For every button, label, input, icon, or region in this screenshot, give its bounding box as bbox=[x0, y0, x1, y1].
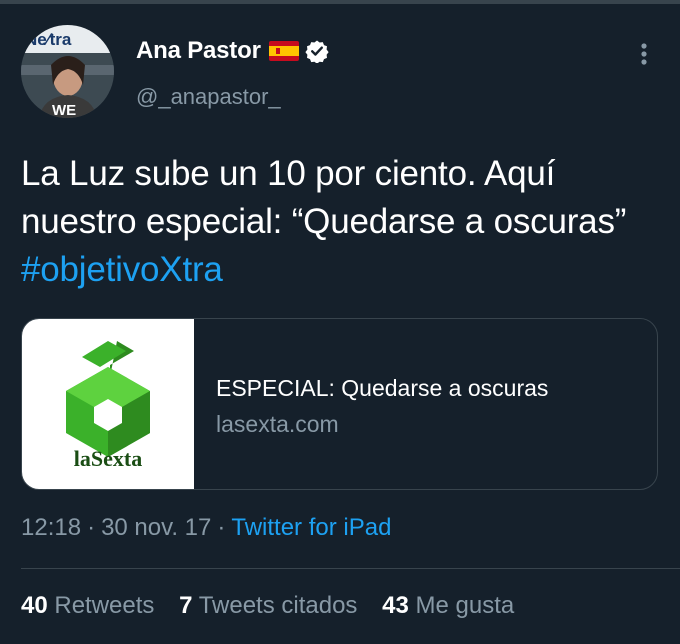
author-name[interactable]: Ana Pastor bbox=[136, 37, 261, 65]
tweet-text: La Luz sube un 10 por ciento. Aquí nuest… bbox=[21, 150, 651, 294]
likes-label: Me gusta bbox=[415, 592, 515, 619]
tweet-meta: 12:18 · 30 nov. 17 · Twitter for iPad bbox=[21, 514, 391, 542]
svg-text:laSexta: laSexta bbox=[74, 446, 142, 471]
tweet-source-link[interactable]: Twitter for iPad bbox=[231, 514, 391, 541]
card-title[interactable]: ESPECIAL: Quedarse a oscuras bbox=[216, 375, 548, 402]
quotes-stat[interactable]: 7 Tweets citados bbox=[179, 592, 357, 619]
card-domain: lasexta.com bbox=[216, 411, 339, 437]
quotes-label: Tweets citados bbox=[198, 592, 358, 619]
tweet-date[interactable]: 30 nov. 17 bbox=[101, 514, 211, 541]
svg-text:Ne∕tra: Ne∕tra bbox=[25, 30, 72, 49]
tweet-stats: 40 Retweets 7 Tweets citados 43 Me gusta bbox=[21, 592, 532, 620]
avatar-image: Ne∕tra WE bbox=[21, 25, 114, 118]
avatar[interactable]: Ne∕tra WE bbox=[21, 25, 114, 118]
likes-stat[interactable]: 43 Me gusta bbox=[382, 592, 514, 619]
lasexta-logo-icon: laSexta bbox=[66, 341, 150, 471]
retweets-count: 40 bbox=[21, 592, 48, 619]
author-handle[interactable]: @_anapastor_ bbox=[136, 84, 281, 110]
retweets-stat[interactable]: 40 Retweets bbox=[21, 592, 154, 619]
retweets-label: Retweets bbox=[54, 592, 155, 619]
likes-count: 43 bbox=[382, 592, 409, 619]
quotes-count: 7 bbox=[179, 592, 193, 619]
card-thumbnail: laSexta bbox=[22, 319, 194, 489]
link-card[interactable]: laSexta ESPECIAL: Quedarse a oscuras las… bbox=[21, 318, 658, 490]
verified-badge-icon bbox=[305, 39, 329, 64]
tweet-time[interactable]: 12:18 bbox=[21, 514, 81, 541]
top-divider bbox=[0, 0, 680, 4]
stats-divider bbox=[21, 568, 680, 569]
meta-separator: · bbox=[217, 514, 226, 541]
hashtag-link[interactable]: #objetivoXtra bbox=[21, 250, 223, 289]
svg-text:WE: WE bbox=[52, 102, 76, 118]
author-name-row[interactable]: Ana Pastor bbox=[136, 36, 329, 66]
spain-flag-icon bbox=[268, 41, 299, 61]
more-options-icon[interactable] bbox=[632, 40, 656, 70]
tweet-body: La Luz sube un 10 por ciento. Aquí nuest… bbox=[21, 154, 627, 241]
meta-separator: · bbox=[87, 514, 96, 541]
